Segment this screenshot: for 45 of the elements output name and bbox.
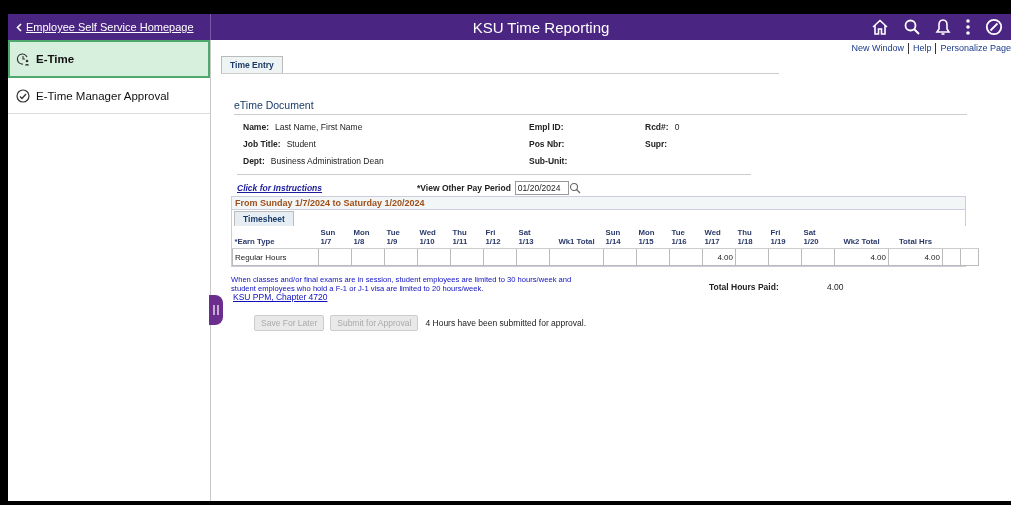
field-label: *View Other Pay Period <box>417 183 511 193</box>
table-cell[interactable]: 4.00 <box>888 248 943 266</box>
field-value: 0 <box>674 121 680 132</box>
search-icon[interactable] <box>903 18 921 36</box>
period-heading: From Sunday 1/7/2024 to Saturday 1/20/2024 <box>234 197 426 209</box>
sidebar-item[interactable]: E-Time <box>8 40 210 78</box>
tab[interactable]: Time Entry <box>221 56 283 73</box>
search-icon[interactable] <box>568 182 581 194</box>
field-value: Student <box>286 138 316 149</box>
field-label: Total Hours Paid: <box>709 282 780 294</box>
window-title: KSU Time Reporting <box>471 18 611 36</box>
field-label: Dept: <box>243 155 265 166</box>
field-value: 4.00 <box>827 282 844 294</box>
tab[interactable]: Timesheet <box>234 211 294 226</box>
blocked-icon[interactable] <box>985 18 1003 36</box>
field-label: Name: <box>243 121 269 132</box>
page-link[interactable]: New Window <box>851 43 904 55</box>
table-cell[interactable]: 4.00 <box>834 248 889 266</box>
field-label: Sub-Unit: <box>529 155 568 166</box>
page-link[interactable]: Personalize Page <box>940 43 1011 55</box>
section-title: eTime Document <box>234 99 967 115</box>
field-label: Rcd#: <box>645 121 669 132</box>
page-link[interactable]: Help <box>912 43 932 55</box>
more-icon[interactable] <box>965 18 971 36</box>
field-label: Pos Nbr: <box>529 138 565 149</box>
home-icon[interactable] <box>871 18 889 36</box>
field-label: Supr: <box>645 138 668 149</box>
chevron-left-icon <box>16 22 22 32</box>
back-link[interactable]: Employee Self Service Homepage <box>16 21 194 33</box>
field-value: Last Name, First Name <box>275 121 363 132</box>
pause-icon <box>213 305 219 315</box>
status-message: 4 Hours have been submitted for approval. <box>425 318 587 328</box>
field-value: Business Administration Dean <box>270 155 384 166</box>
collapse-handle[interactable] <box>209 295 223 325</box>
clock-check-icon <box>16 88 30 103</box>
field-label: Empl ID: <box>529 121 564 132</box>
table-cell[interactable]: 4.00 <box>702 248 736 266</box>
field-label: Job Title: <box>243 138 281 149</box>
date-field[interactable]: 01/20/2024 <box>514 181 569 195</box>
policy-link[interactable]: KSU PPM, Chapter 4720 <box>233 293 328 302</box>
sidebar-item[interactable]: E-Time Manager Approval <box>8 78 210 114</box>
bell-icon[interactable] <box>935 18 951 36</box>
table-cell: Regular Hours <box>232 248 319 266</box>
clock-person-icon <box>16 52 30 66</box>
instructions-link[interactable]: Click for Instructions <box>237 183 417 193</box>
